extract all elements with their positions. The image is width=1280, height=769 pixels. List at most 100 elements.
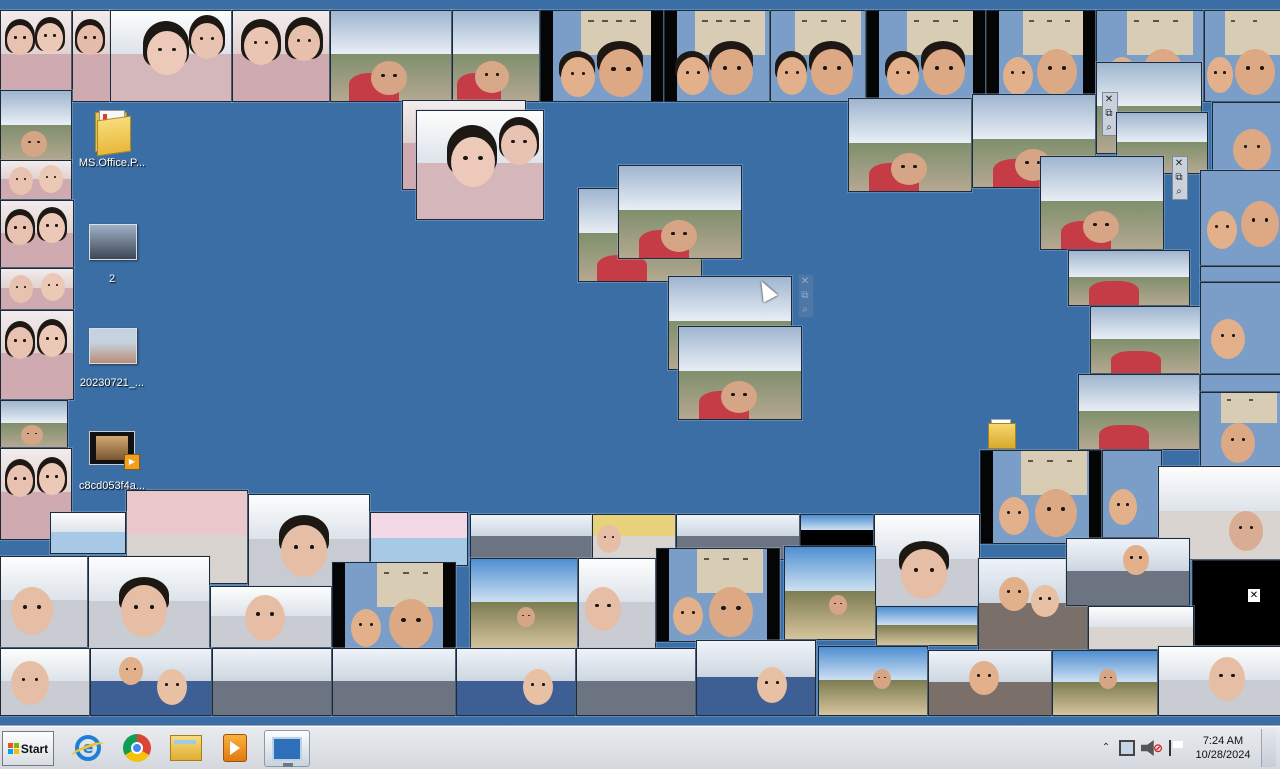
photo-window[interactable] xyxy=(0,268,74,310)
network-icon[interactable] xyxy=(1118,740,1135,756)
photo-window[interactable] xyxy=(578,558,656,650)
desktop-icon-c8cd053f4a[interactable]: ▶ c8cd053f4a... xyxy=(74,424,150,492)
photo-window[interactable] xyxy=(848,98,972,192)
photo-window[interactable] xyxy=(332,648,456,716)
folder-icon xyxy=(89,108,135,157)
photo-window[interactable] xyxy=(88,556,210,650)
photo-window[interactable] xyxy=(90,648,212,716)
taskbar-internet-explorer[interactable]: e xyxy=(66,730,110,765)
photo-window[interactable] xyxy=(986,10,1096,102)
photo-window[interactable] xyxy=(664,10,770,102)
photo-window[interactable] xyxy=(576,648,696,716)
desktop-icon-2[interactable]: 2 xyxy=(74,218,150,285)
taskbar-remote-desktop[interactable] xyxy=(264,730,310,767)
photo-window[interactable] xyxy=(818,646,928,716)
photo-window[interactable] xyxy=(696,640,816,716)
photo-window[interactable] xyxy=(72,10,112,102)
search-icon[interactable]: ⌕ xyxy=(1103,121,1115,135)
photo-window[interactable] xyxy=(784,546,876,640)
photo-window[interactable] xyxy=(212,648,332,716)
photo-window[interactable] xyxy=(1068,250,1190,306)
photo-window[interactable] xyxy=(456,648,576,716)
photo-window[interactable] xyxy=(618,165,742,259)
photo-window[interactable] xyxy=(470,558,578,650)
photo-window[interactable] xyxy=(210,586,332,648)
photo-window[interactable] xyxy=(50,512,126,554)
photo-window[interactable] xyxy=(0,160,72,200)
photo-window[interactable] xyxy=(1102,450,1162,538)
photo-window[interactable] xyxy=(0,90,72,162)
photo-window[interactable] xyxy=(332,562,456,656)
photo-window[interactable] xyxy=(1066,538,1190,606)
photo-window[interactable] xyxy=(1158,646,1280,716)
ie-icon: e xyxy=(75,734,101,761)
photo-window[interactable] xyxy=(678,326,802,420)
photo-window[interactable] xyxy=(656,548,780,642)
photo-window[interactable] xyxy=(800,514,874,548)
action-center-flag-icon[interactable] xyxy=(1169,740,1185,756)
photo-window[interactable] xyxy=(1040,156,1164,250)
photo-window[interactable] xyxy=(1200,282,1280,374)
photo-window[interactable] xyxy=(0,310,74,400)
start-label: Start xyxy=(20,741,49,756)
close-icon[interactable]: ✕ xyxy=(1248,589,1260,602)
video-file-icon: ▶ xyxy=(89,431,140,477)
photo-window[interactable] xyxy=(928,650,1052,716)
windows-logo-icon xyxy=(7,743,19,754)
clock[interactable]: 7:24 AM 10/28/2024 xyxy=(1191,734,1255,762)
photo-window[interactable] xyxy=(1088,606,1194,650)
search-icon[interactable]: ⌕ xyxy=(1173,185,1185,199)
folder-icon xyxy=(170,734,202,761)
small-folder-icon[interactable] xyxy=(988,419,1018,449)
close-icon[interactable]: ✕ xyxy=(1173,157,1185,171)
window-controls[interactable]: ✕ ⧉ ⌕ xyxy=(1172,156,1188,200)
close-icon[interactable]: ✕ xyxy=(799,275,811,289)
photo-window[interactable] xyxy=(0,200,74,268)
photo-window[interactable] xyxy=(470,514,594,560)
photo-window[interactable] xyxy=(770,10,866,102)
photo-window[interactable] xyxy=(1200,392,1280,468)
desktop-icon-label: 20230721_... xyxy=(79,377,145,389)
photo-window[interactable] xyxy=(866,10,986,102)
restore-icon[interactable]: ⧉ xyxy=(799,289,811,303)
photo-window[interactable] xyxy=(0,648,90,716)
photo-window[interactable] xyxy=(1052,650,1158,716)
photo-window[interactable] xyxy=(416,110,544,220)
taskbar-media-player[interactable] xyxy=(213,730,257,765)
restore-icon[interactable]: ⧉ xyxy=(1103,107,1115,121)
photo-window[interactable] xyxy=(452,10,540,102)
close-icon[interactable]: ✕ xyxy=(1103,93,1115,107)
show-desktop-button[interactable] xyxy=(1261,729,1276,767)
photo-window[interactable] xyxy=(0,10,72,102)
photo-window[interactable] xyxy=(110,10,232,102)
taskbar-google-chrome[interactable] xyxy=(115,730,159,765)
remote-desktop-icon xyxy=(272,736,302,767)
photo-window[interactable] xyxy=(1090,306,1202,374)
photo-window[interactable] xyxy=(370,512,468,566)
taskbar-windows-explorer[interactable] xyxy=(164,730,208,765)
photo-window[interactable] xyxy=(0,556,88,648)
photo-window[interactable] xyxy=(876,606,978,646)
mute-indicator-icon: ⊘ xyxy=(1152,741,1163,755)
photo-window[interactable] xyxy=(874,514,980,608)
photo-window[interactable] xyxy=(1078,374,1200,450)
restore-icon[interactable]: ⧉ xyxy=(1173,171,1185,185)
image-thumbnail-icon xyxy=(89,224,137,270)
photo-window[interactable] xyxy=(1200,170,1280,266)
desktop-icon-ms-office[interactable]: MS.Office.P... xyxy=(74,108,150,169)
photo-window[interactable] xyxy=(1204,10,1280,102)
photo-window[interactable] xyxy=(330,10,452,102)
search-icon[interactable]: ⌕ xyxy=(799,303,811,317)
window-controls[interactable]: ✕ ⧉ ⌕ xyxy=(798,274,814,318)
photo-window[interactable] xyxy=(980,450,1102,544)
blank-photo-window[interactable] xyxy=(1192,560,1280,646)
photo-window[interactable] xyxy=(1212,102,1280,172)
start-button[interactable]: Start xyxy=(2,731,54,766)
photo-window[interactable] xyxy=(1200,374,1280,392)
desktop-icon-20230721[interactable]: 20230721_... xyxy=(74,322,150,389)
show-hidden-icons-button[interactable]: ⌃ xyxy=(1099,733,1113,763)
photo-window[interactable] xyxy=(540,10,664,102)
photo-window[interactable] xyxy=(1200,266,1280,282)
photo-window[interactable] xyxy=(232,10,330,102)
photo-window[interactable] xyxy=(0,400,68,448)
